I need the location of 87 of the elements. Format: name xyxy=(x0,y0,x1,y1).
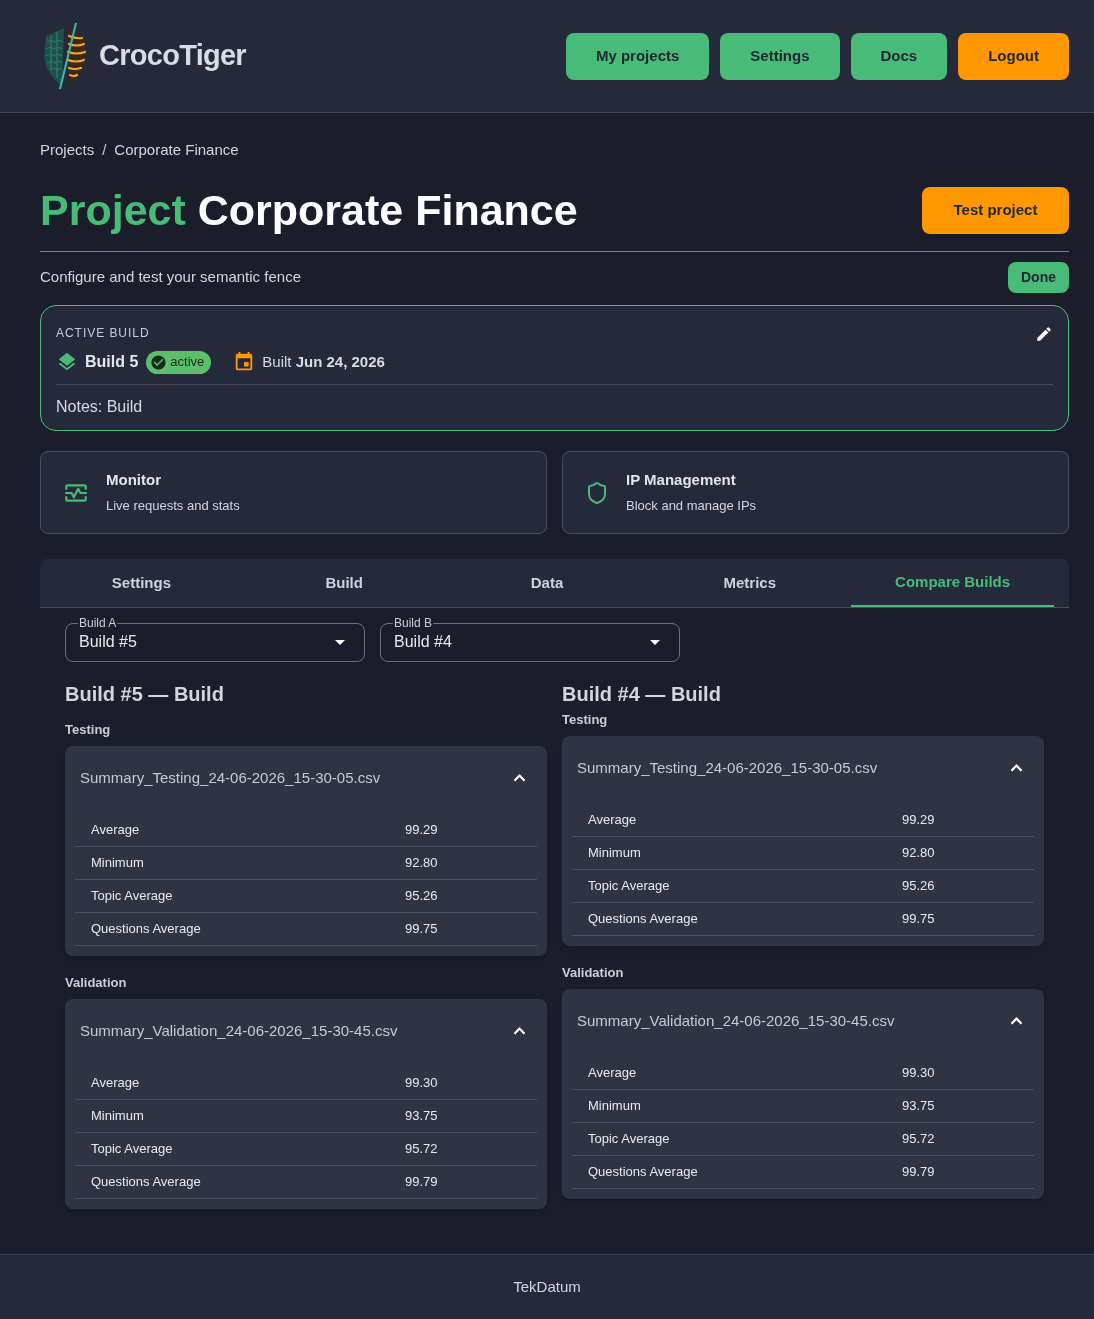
tab[interactable]: Settings xyxy=(40,559,243,607)
build-name: Build 5 xyxy=(85,352,139,372)
build-select[interactable]: Build A Build #5 xyxy=(65,616,365,662)
metric-label: Topic Average xyxy=(90,887,174,906)
select-value: Build #5 xyxy=(79,632,137,652)
nav-button[interactable]: Settings xyxy=(720,32,840,80)
shortcut-card[interactable]: IP Management Block and manage IPs xyxy=(562,451,1069,534)
file-name: Summary_Testing_24-06-2026_15-30-05.csv xyxy=(577,757,878,778)
layers-icon xyxy=(56,351,78,373)
metric-value: 99.75 xyxy=(902,910,936,929)
shield-icon xyxy=(585,480,609,505)
breadcrumb-current: Corporate Finance xyxy=(114,140,239,160)
metric-value: 99.29 xyxy=(405,821,439,840)
select-label: Build B xyxy=(393,616,434,630)
metric-value: 93.75 xyxy=(405,1107,439,1126)
nav-button[interactable]: Docs xyxy=(850,32,948,80)
tab[interactable]: Metrics xyxy=(648,559,852,607)
edit-pencil-icon[interactable] xyxy=(1035,325,1053,343)
metric-label: Minimum xyxy=(587,1097,642,1116)
dropdown-arrow-icon xyxy=(650,639,660,645)
chevron-up-icon[interactable] xyxy=(1010,764,1023,772)
file-name: Summary_Validation_24-06-2026_15-30-45.csv xyxy=(577,1010,895,1031)
metric-value: 92.80 xyxy=(405,854,439,873)
metric-label: Questions Average xyxy=(587,910,699,929)
tab[interactable]: Build xyxy=(242,559,446,607)
metric-value: 95.26 xyxy=(902,877,936,896)
select-label: Build A xyxy=(78,616,118,630)
metric-value: 99.29 xyxy=(902,811,936,830)
metric-label: Average xyxy=(587,1064,638,1083)
tab[interactable]: Compare Builds xyxy=(851,559,1054,607)
metric-value: 99.75 xyxy=(405,920,439,939)
file-name: Summary_Validation_24-06-2026_15-30-45.csv xyxy=(80,1020,398,1041)
title-prefix: Project xyxy=(40,185,186,236)
metric-label: Minimum xyxy=(587,844,642,863)
test-project-button[interactable]: Test project xyxy=(922,186,1069,234)
metric-value: 99.79 xyxy=(405,1173,439,1192)
build-heading: Build #5 — Build xyxy=(65,682,225,707)
select-value: Build #4 xyxy=(394,632,452,652)
card-title: Monitor xyxy=(106,470,162,490)
metric-label: Average xyxy=(90,1074,141,1093)
metric-label: Average xyxy=(90,821,141,840)
metric-value: 95.26 xyxy=(405,887,439,906)
project-title: Corporate Finance xyxy=(197,185,578,236)
metric-value: 99.30 xyxy=(405,1074,439,1093)
footer-text: TekDatum xyxy=(513,1276,581,1297)
metric-label: Questions Average xyxy=(90,920,202,939)
file-name: Summary_Testing_24-06-2026_15-30-05.csv xyxy=(80,767,381,788)
built-date: Built Jun 24, 2026 xyxy=(262,351,385,372)
chevron-up-icon[interactable] xyxy=(513,1027,526,1035)
metric-label: Minimum xyxy=(90,1107,145,1126)
nav-button[interactable]: My projects xyxy=(565,32,710,80)
section-label: Testing xyxy=(562,711,609,729)
logo-text: CrocoTiger xyxy=(99,38,246,74)
metric-label: Minimum xyxy=(90,854,145,873)
dropdown-arrow-icon xyxy=(335,639,345,645)
breadcrumb-link[interactable]: Projects xyxy=(40,140,95,160)
subtitle: Configure and test your semantic fence xyxy=(40,267,301,288)
nav-button[interactable]: Logout xyxy=(958,32,1069,80)
metric-value: 95.72 xyxy=(405,1140,439,1159)
tab[interactable]: Data xyxy=(445,559,649,607)
section-label: Validation xyxy=(562,964,625,982)
shortcut-card[interactable]: Monitor Live requests and stats xyxy=(40,451,547,534)
chevron-up-icon[interactable] xyxy=(513,774,526,782)
metric-value: 99.30 xyxy=(902,1064,936,1083)
build-heading: Build #4 — Build xyxy=(562,682,722,707)
section-label: Validation xyxy=(65,974,128,992)
status-badge: Done xyxy=(1008,262,1069,293)
metric-value: 99.79 xyxy=(902,1163,936,1182)
metric-label: Questions Average xyxy=(90,1173,202,1192)
metric-value: 92.80 xyxy=(902,844,936,863)
metric-label: Average xyxy=(587,811,638,830)
chevron-up-icon[interactable] xyxy=(1010,1017,1023,1025)
section-heading: ACTIVE BUILD xyxy=(56,325,150,341)
metric-value: 95.72 xyxy=(902,1130,936,1149)
section-label: Testing xyxy=(65,721,112,739)
card-subtitle: Block and manage IPs xyxy=(626,497,757,515)
metric-label: Questions Average xyxy=(587,1163,699,1182)
card-subtitle: Live requests and stats xyxy=(106,497,240,515)
metric-label: Topic Average xyxy=(587,877,671,896)
badge-label: active xyxy=(170,353,205,372)
metric-label: Topic Average xyxy=(587,1130,671,1149)
metric-value: 93.75 xyxy=(902,1097,936,1116)
build-notes: Notes: Build xyxy=(56,397,144,417)
build-select[interactable]: Build B Build #4 xyxy=(380,616,680,662)
card-title: IP Management xyxy=(626,470,737,490)
metric-label: Topic Average xyxy=(90,1140,174,1159)
breadcrumb-separator: / xyxy=(102,140,107,160)
